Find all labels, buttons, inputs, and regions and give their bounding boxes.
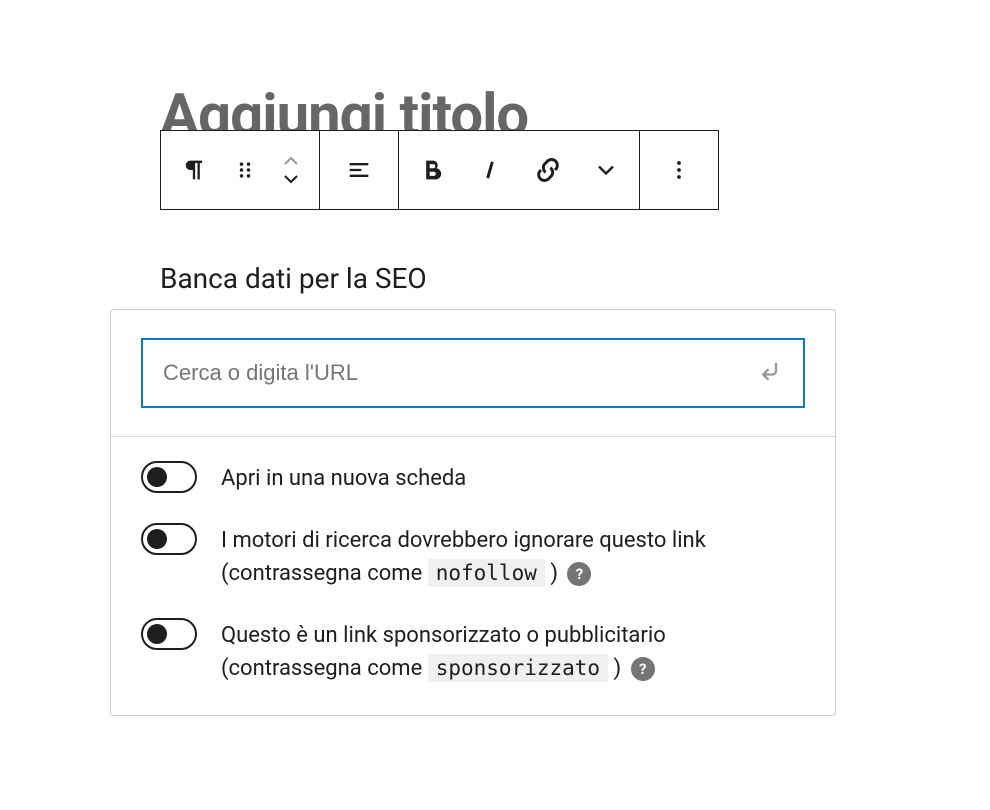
bold-icon [418, 156, 446, 184]
chevron-down-icon[interactable] [282, 173, 300, 185]
code-sponsored: sponsorizzato [428, 654, 608, 682]
label-sponsored: Questo è un link sponsorizzato o pubblic… [221, 618, 805, 685]
link-button[interactable] [519, 132, 577, 208]
more-vertical-icon [665, 156, 693, 184]
help-icon[interactable]: ? [631, 657, 655, 681]
toolbar-group-more [640, 131, 718, 209]
label-new-tab: Apri in una nuova scheda [221, 461, 466, 495]
toggle-nofollow[interactable] [141, 523, 197, 555]
move-buttons [267, 132, 315, 208]
help-icon[interactable]: ? [567, 562, 591, 586]
link-control-panel: Apri in una nuova scheda I motori di ric… [110, 309, 836, 716]
enter-icon [755, 357, 783, 385]
toolbar-group-format [399, 131, 640, 209]
chevron-up-icon[interactable] [282, 155, 300, 167]
italic-button[interactable] [461, 132, 519, 208]
align-left-icon [345, 156, 373, 184]
option-sponsored: Questo è un link sponsorizzato o pubblic… [141, 618, 805, 685]
paragraph-block-button[interactable] [165, 132, 223, 208]
option-nofollow: I motori di ricerca dovrebbero ignorare … [141, 523, 805, 590]
block-toolbar [160, 130, 719, 210]
more-format-button[interactable] [577, 132, 635, 208]
toggle-sponsored[interactable] [141, 618, 197, 650]
link-search-wrapper [141, 338, 805, 408]
paragraph-content[interactable]: Banca dati per la SEO [160, 262, 427, 295]
more-options-button[interactable] [644, 132, 714, 208]
link-url-input[interactable] [163, 360, 755, 386]
code-nofollow: nofollow [428, 559, 545, 587]
chevron-down-icon [592, 156, 620, 184]
paragraph-icon [180, 156, 208, 184]
bold-button[interactable] [403, 132, 461, 208]
option-new-tab: Apri in una nuova scheda [141, 461, 805, 495]
link-search-section [111, 310, 835, 437]
toolbar-group-block [161, 131, 320, 209]
submit-icon[interactable] [755, 357, 783, 389]
label-nofollow: I motori di ricerca dovrebbero ignorare … [221, 523, 805, 590]
align-button[interactable] [324, 132, 394, 208]
toolbar-group-align [320, 131, 399, 209]
link-icon [534, 156, 562, 184]
toggle-new-tab[interactable] [141, 461, 197, 493]
drag-icon [231, 156, 259, 184]
link-options-section: Apri in una nuova scheda I motori di ric… [111, 437, 835, 715]
drag-handle-button[interactable] [223, 132, 267, 208]
italic-icon [476, 156, 504, 184]
